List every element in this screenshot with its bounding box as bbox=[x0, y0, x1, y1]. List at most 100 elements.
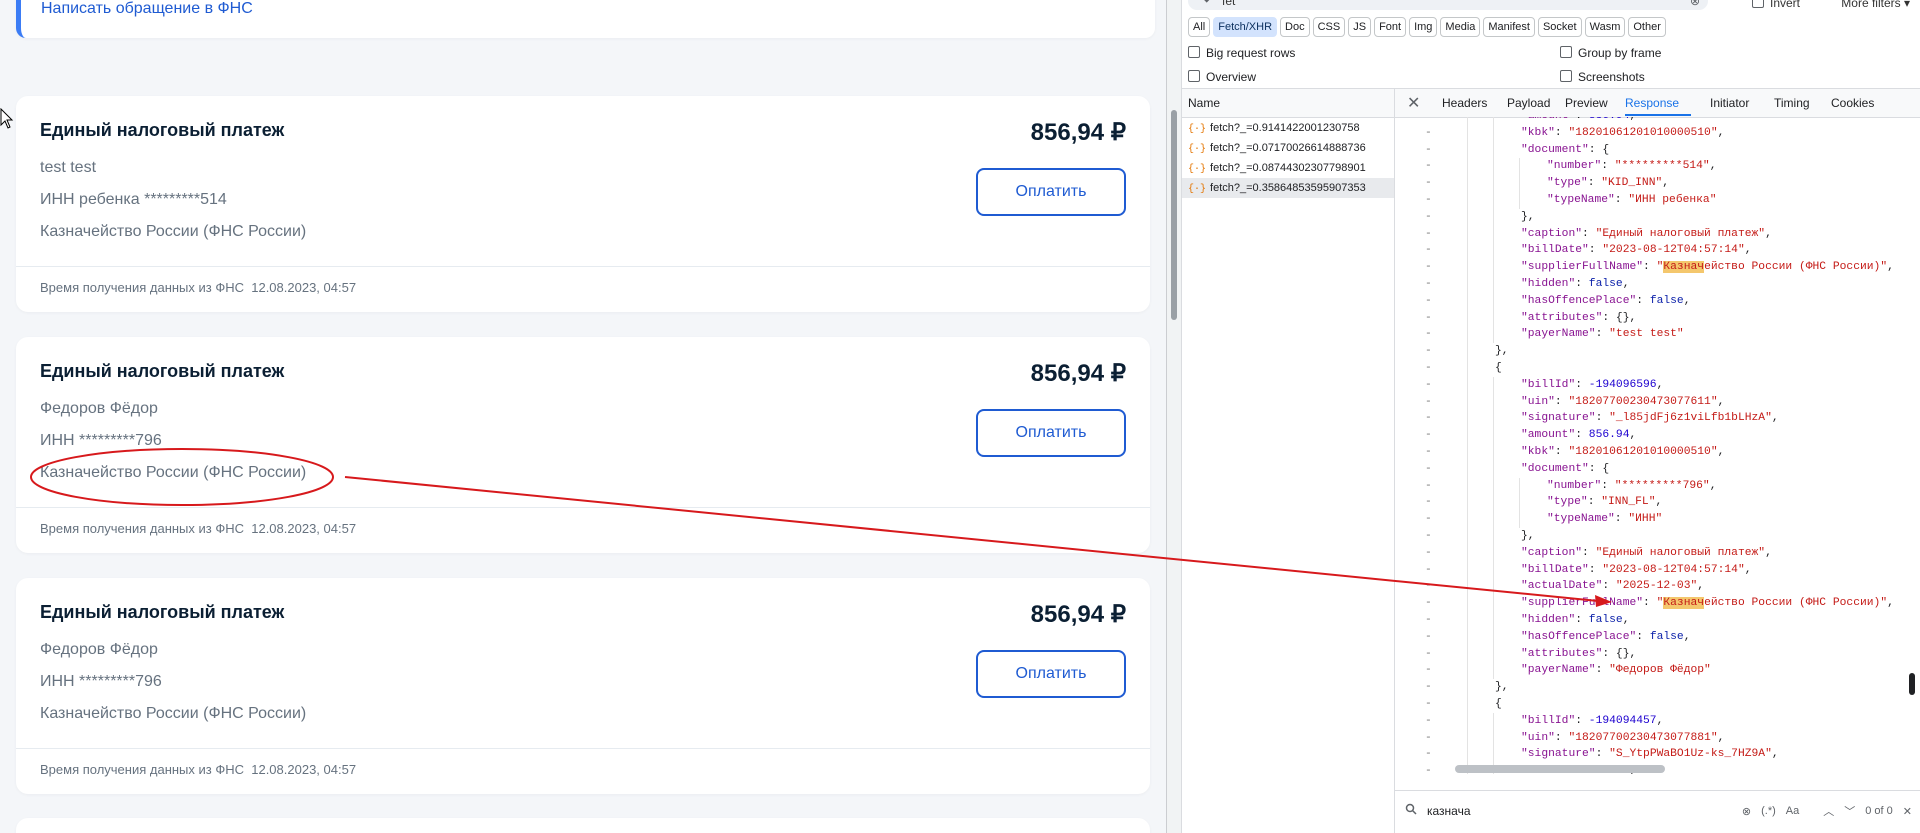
bill-title: Единый налоговый платеж bbox=[40, 120, 285, 140]
bill-inn: ИНН ребенка *********514 bbox=[40, 191, 227, 208]
big-request-rows-option[interactable]: Big request rows bbox=[1188, 46, 1295, 60]
response-body[interactable]: -"amount": 856.94,-"kbk": "1820106120101… bbox=[1395, 117, 1920, 774]
invert-label: Invert bbox=[1770, 0, 1801, 10]
response-vertical-scrollbar[interactable] bbox=[1908, 118, 1916, 768]
type-filter-all[interactable]: All bbox=[1188, 17, 1211, 37]
tab-timing[interactable]: Timing bbox=[1774, 96, 1810, 110]
bill-data-timestamp: Время получения данных из ФНС 12.08.2023… bbox=[40, 280, 357, 295]
search-icon bbox=[1405, 803, 1417, 815]
network-filter-input[interactable]: ⏷ fet ⊗ bbox=[1188, 0, 1708, 10]
next-match-icon[interactable]: ﹀ bbox=[1844, 803, 1855, 819]
fetch-icon: {·} bbox=[1188, 184, 1207, 195]
bill-amount: 856,94 ₽ bbox=[1030, 360, 1126, 387]
filter-icon: ⏷ bbox=[1202, 0, 1212, 7]
type-filter-font[interactable]: Font bbox=[1374, 17, 1407, 37]
bill-inn: ИНН *********796 bbox=[40, 673, 162, 690]
type-filter-wasm[interactable]: Wasm bbox=[1584, 17, 1626, 37]
request-list: Name {·} fetch?_=0.9141422001230758 {·} fet… bbox=[1182, 88, 1395, 833]
bill-supplier: Казначейство России (ФНС России) bbox=[40, 705, 307, 722]
divider bbox=[16, 507, 1150, 508]
pay-button[interactable]: Оплатить bbox=[976, 168, 1126, 216]
close-icon[interactable]: ✕ bbox=[1407, 93, 1420, 113]
type-filter-img[interactable]: Img bbox=[1409, 17, 1438, 37]
request-detail-panel: ✕ Headers Payload Preview Response Initiator… bbox=[1395, 88, 1920, 833]
type-filter-other[interactable]: Other bbox=[1628, 17, 1666, 37]
checkbox-icon bbox=[1560, 70, 1572, 82]
invert-checkbox[interactable]: Invert bbox=[1752, 0, 1800, 10]
payments-page: Написать обращение в ФНС Единый налоговы… bbox=[0, 0, 1166, 833]
bill-amount: 856,94 ₽ bbox=[1030, 119, 1126, 146]
clear-filter-icon[interactable]: ⊗ bbox=[1690, 0, 1700, 8]
tab-initiator[interactable]: Initiator bbox=[1710, 96, 1749, 110]
response-horizontal-scrollbar[interactable] bbox=[1455, 765, 1900, 773]
close-search-icon[interactable]: ✕ bbox=[1903, 805, 1912, 818]
active-tab-indicator bbox=[1625, 114, 1691, 116]
tab-cookies[interactable]: Cookies bbox=[1831, 96, 1874, 110]
bill-card: Единый налоговый платеж 856,94 ₽ test te… bbox=[16, 96, 1150, 312]
overview-option[interactable]: Overview bbox=[1188, 70, 1256, 84]
scrollbar-thumb[interactable] bbox=[1909, 673, 1915, 695]
bill-amount: 856,94 ₽ bbox=[1030, 601, 1126, 628]
checkbox-icon bbox=[1752, 0, 1764, 8]
clear-search-icon[interactable]: ⊗ bbox=[1742, 805, 1751, 818]
response-search-bar: казнача ⊗ (.*) Aa ︿ ﹀ 0 of 0 ✕ bbox=[1395, 790, 1920, 833]
type-filter-css[interactable]: CSS bbox=[1312, 17, 1346, 37]
type-filter-manifest[interactable]: Manifest bbox=[1483, 17, 1535, 37]
type-filter-fetchxhr[interactable]: Fetch/XHR bbox=[1213, 17, 1278, 37]
bill-payer: test test bbox=[40, 159, 97, 176]
fns-appeal-link[interactable]: Написать обращение в ФНС bbox=[41, 0, 253, 18]
fns-appeal-card: Написать обращение в ФНС bbox=[16, 0, 1155, 38]
bill-card bbox=[16, 818, 1150, 833]
request-name: fetch?_=0.9141422001230758 bbox=[1210, 122, 1360, 134]
type-filter-media[interactable]: Media bbox=[1440, 17, 1481, 37]
bill-supplier: Казначейство России (ФНС России) bbox=[40, 223, 307, 240]
divider bbox=[16, 266, 1150, 267]
bill-payer: Федоров Фёдор bbox=[40, 400, 158, 417]
response-search-input[interactable]: казнача bbox=[1427, 804, 1471, 818]
match-case-toggle[interactable]: Aa bbox=[1786, 805, 1799, 817]
request-name: fetch?_=0.08744302307798901 bbox=[1210, 162, 1366, 174]
bill-title: Единый налоговый платеж bbox=[40, 602, 285, 622]
filter-value: fet bbox=[1222, 0, 1236, 8]
request-row[interactable]: {·} fetch?_=0.35864853595907353 bbox=[1182, 178, 1394, 198]
resource-type-filters: All Fetch/XHR Doc CSS JS Font Img Media Manifest… bbox=[1188, 17, 1666, 37]
divider bbox=[16, 748, 1150, 749]
bill-card: Единый налоговый платеж 856,94 ₽ Федоров… bbox=[16, 578, 1150, 794]
pay-button[interactable]: Оплатить bbox=[976, 409, 1126, 457]
bill-card: Единый налоговый платеж 856,94 ₽ Федоров… bbox=[16, 337, 1150, 553]
previous-match-icon[interactable]: ︿ bbox=[1823, 803, 1834, 819]
scrollbar-thumb[interactable] bbox=[1455, 765, 1665, 773]
name-column-header[interactable]: Name bbox=[1182, 88, 1394, 118]
tab-payload[interactable]: Payload bbox=[1507, 96, 1550, 110]
screenshots-option[interactable]: Screenshots bbox=[1560, 70, 1645, 84]
bill-supplier: Казначейство России (ФНС России) bbox=[40, 464, 307, 481]
tab-preview[interactable]: Preview bbox=[1565, 96, 1608, 110]
page-scrollbar[interactable] bbox=[1167, 0, 1182, 833]
type-filter-socket[interactable]: Socket bbox=[1537, 17, 1582, 37]
fetch-icon: {·} bbox=[1188, 144, 1207, 155]
type-filter-js[interactable]: JS bbox=[1348, 17, 1372, 37]
type-filter-doc[interactable]: Doc bbox=[1280, 17, 1310, 37]
more-filters-dropdown[interactable]: More filters ▾ bbox=[1841, 0, 1910, 10]
group-by-frame-option[interactable]: Group by frame bbox=[1560, 46, 1661, 60]
tab-headers[interactable]: Headers bbox=[1442, 96, 1487, 110]
bill-data-timestamp: Время получения данных из ФНС 12.08.2023… bbox=[40, 521, 357, 536]
request-row[interactable]: {·} fetch?_=0.08744302307798901 bbox=[1182, 158, 1394, 178]
checkbox-icon bbox=[1188, 70, 1200, 82]
pay-button[interactable]: Оплатить bbox=[976, 650, 1126, 698]
bill-title: Единый налоговый платеж bbox=[40, 361, 285, 381]
bill-data-timestamp: Время получения данных из ФНС 12.08.2023… bbox=[40, 762, 357, 777]
request-row[interactable]: {·} fetch?_=0.07170026614888736 bbox=[1182, 138, 1394, 158]
request-name: fetch?_=0.35864853595907353 bbox=[1210, 182, 1366, 194]
request-name: fetch?_=0.07170026614888736 bbox=[1210, 142, 1366, 154]
bill-inn: ИНН *********796 bbox=[40, 432, 162, 449]
option-label: Screenshots bbox=[1578, 70, 1645, 84]
checkbox-icon bbox=[1560, 46, 1572, 58]
option-label: Group by frame bbox=[1578, 46, 1662, 60]
fetch-icon: {·} bbox=[1188, 124, 1207, 135]
page-scrollbar-thumb[interactable] bbox=[1171, 110, 1177, 320]
regex-toggle[interactable]: (.*) bbox=[1761, 805, 1776, 817]
tab-response[interactable]: Response bbox=[1625, 96, 1679, 110]
request-row[interactable]: {·} fetch?_=0.9141422001230758 bbox=[1182, 118, 1394, 138]
bill-payer: Федоров Фёдор bbox=[40, 641, 158, 658]
